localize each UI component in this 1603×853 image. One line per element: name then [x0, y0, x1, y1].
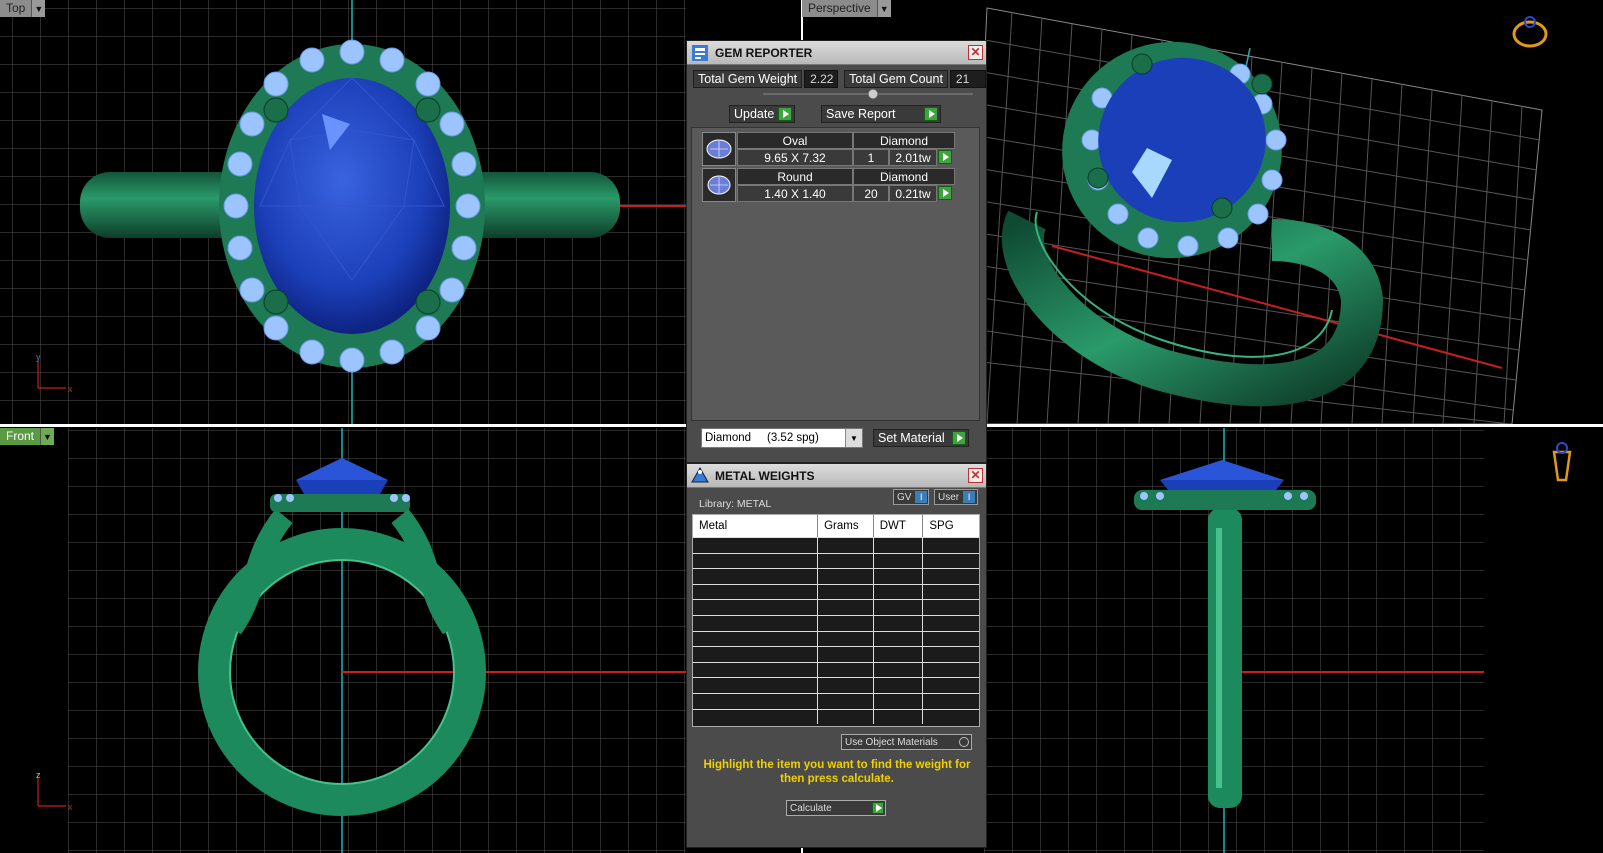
- app-window: y x Top ▼ Perspective ▼ z x Front ▼ GEM …: [0, 0, 1603, 853]
- viewport-right[interactable]: [984, 428, 1603, 853]
- table-row[interactable]: [693, 630, 979, 647]
- gem-reporter-icon: [689, 42, 711, 64]
- toggle-icon: I: [963, 491, 976, 503]
- play-arrow-icon: [924, 107, 938, 121]
- library-label: Library: METAL: [699, 498, 772, 510]
- save-report-button-label: Save Report: [826, 107, 896, 121]
- table-row[interactable]: [693, 568, 979, 584]
- total-gem-count-label: Total Gem Count: [844, 70, 948, 88]
- gem-reporter-panel: GEM REPORTER ✕ Total Gem Weight 2.22 Tot…: [686, 40, 987, 463]
- metal-weights-title: METAL WEIGHTS: [715, 468, 815, 483]
- chevron-down-icon[interactable]: ▼: [845, 429, 862, 447]
- update-button[interactable]: Update: [729, 105, 795, 123]
- user-toggle[interactable]: User I: [934, 489, 978, 505]
- toggle-icon: I: [915, 491, 927, 503]
- calculate-button[interactable]: Calculate: [786, 800, 886, 816]
- table-row[interactable]: [693, 646, 979, 662]
- front-axis-x: x: [68, 802, 73, 812]
- table-row[interactable]: [693, 552, 979, 569]
- gem-material: Diamond: [853, 132, 955, 149]
- column-header-spg[interactable]: SPG: [923, 515, 979, 537]
- gem-reporter-title: GEM REPORTER: [715, 45, 813, 60]
- play-arrow-icon: [872, 802, 884, 814]
- use-object-materials-toggle[interactable]: Use Object Materials: [841, 734, 972, 750]
- metal-weights-hint: Highlight the item you want to find the …: [703, 759, 971, 785]
- viewport-top[interactable]: y x Top ▼: [0, 0, 686, 424]
- metal-weights-icon: [689, 465, 711, 487]
- table-row[interactable]: [693, 708, 979, 725]
- table-row[interactable]: [693, 599, 979, 615]
- metal-weights-panel: METAL WEIGHTS ✕ Library: METAL GV I User…: [686, 463, 987, 848]
- update-button-label: Update: [734, 107, 775, 121]
- gem-weight: 0.21tw: [889, 185, 937, 202]
- oval-gem-icon: [702, 132, 736, 166]
- play-arrow-icon: [778, 107, 792, 121]
- table-header: Metal Grams DWT SPG: [693, 515, 979, 537]
- viewport-top-label[interactable]: Top ▼: [0, 0, 46, 17]
- viewport-front-label[interactable]: Front ▼: [0, 428, 55, 445]
- gem-count: 20: [853, 185, 889, 202]
- radio-icon: [959, 737, 969, 747]
- front-view-canvas: z x: [36, 428, 686, 853]
- gem-size: 9.65 X 7.32: [737, 149, 853, 166]
- material-select-value: Diamond (3.52 spg): [705, 432, 819, 444]
- viewport-front-name: Front: [0, 428, 42, 445]
- gem-shape: Round: [737, 168, 853, 185]
- viewport-perspective-label[interactable]: Perspective ▼: [802, 0, 891, 17]
- user-toggle-label: User: [938, 491, 960, 503]
- gem-reporter-splitter[interactable]: [763, 88, 973, 100]
- ring-view-icon[interactable]: [1512, 16, 1548, 48]
- total-gem-count-value: 21: [949, 70, 986, 88]
- gv-toggle[interactable]: GV I: [893, 489, 929, 505]
- play-arrow-icon[interactable]: [938, 150, 952, 164]
- set-material-button-label: Set Material: [878, 431, 945, 445]
- close-icon[interactable]: ✕: [968, 468, 983, 483]
- close-icon[interactable]: ✕: [968, 45, 983, 60]
- gem-count: 1: [853, 149, 889, 166]
- column-header-grams[interactable]: Grams: [818, 515, 874, 537]
- top-view-canvas: y x: [0, 0, 686, 424]
- top-axis-x: x: [68, 384, 73, 394]
- gem-size: 1.40 X 1.40: [737, 185, 853, 202]
- set-material-button[interactable]: Set Material: [873, 429, 969, 447]
- gem-totals-row: Total Gem Weight 2.22 Total Gem Count 21: [693, 70, 986, 88]
- chevron-down-icon[interactable]: ▼: [32, 0, 46, 17]
- chevron-down-icon[interactable]: ▼: [41, 428, 55, 445]
- table-row[interactable]: [693, 614, 979, 631]
- use-object-materials-label: Use Object Materials: [845, 736, 938, 748]
- gem-weight: 2.01tw: [889, 149, 937, 166]
- gem-list: Oval Diamond 9.65 X 7.32 1 2.01tw Round …: [691, 127, 980, 421]
- gem-row[interactable]: Round Diamond 1.40 X 1.40 20 0.21tw: [702, 168, 959, 202]
- gem-shape: Oval: [737, 132, 853, 149]
- play-arrow-icon: [952, 431, 966, 445]
- column-header-dwt[interactable]: DWT: [874, 515, 924, 537]
- gv-toggle-label: GV: [897, 491, 912, 503]
- top-axis-y: y: [36, 352, 41, 362]
- metal-weights-titlebar[interactable]: METAL WEIGHTS ✕: [687, 464, 986, 488]
- right-view-canvas: [984, 428, 1572, 853]
- total-gem-weight-label: Total Gem Weight: [693, 70, 803, 88]
- play-arrow-icon[interactable]: [938, 186, 952, 200]
- table-row[interactable]: [693, 661, 979, 678]
- material-select[interactable]: Diamond (3.52 spg) ▼: [701, 428, 863, 448]
- gem-material: Diamond: [853, 168, 955, 185]
- table-row[interactable]: [693, 692, 979, 709]
- table-row[interactable]: [693, 677, 979, 693]
- viewport-perspective-name: Perspective: [802, 0, 878, 17]
- total-gem-weight-value: 2.22: [804, 70, 839, 88]
- gem-row[interactable]: Oval Diamond 9.65 X 7.32 1 2.01tw: [702, 132, 959, 166]
- viewport-front[interactable]: z x Front ▼: [0, 428, 686, 853]
- calculate-button-label: Calculate: [790, 802, 832, 814]
- metal-weights-table: Metal Grams DWT SPG: [692, 514, 980, 727]
- column-header-metal[interactable]: Metal: [693, 515, 819, 537]
- gem-reporter-titlebar[interactable]: GEM REPORTER ✕: [687, 41, 986, 65]
- save-report-button[interactable]: Save Report: [821, 105, 941, 123]
- viewport-top-name: Top: [0, 0, 33, 17]
- round-gem-icon: [702, 168, 736, 202]
- chevron-down-icon[interactable]: ▼: [877, 0, 891, 17]
- table-row[interactable]: [693, 537, 979, 553]
- front-axis-z: z: [36, 770, 41, 780]
- table-row[interactable]: [693, 583, 979, 600]
- gem-view-icon[interactable]: [1552, 442, 1572, 482]
